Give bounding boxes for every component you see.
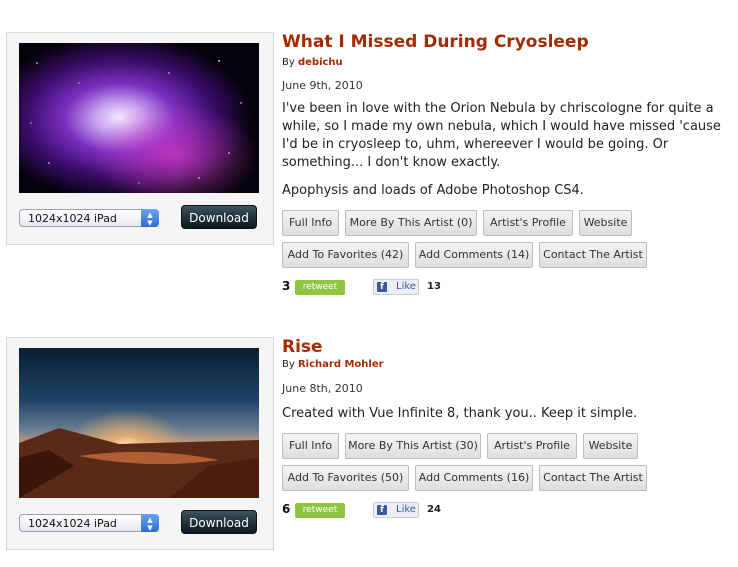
more-by-artist-button[interactable]: More By This Artist (30) bbox=[345, 433, 481, 459]
author-link[interactable]: Richard Mohler bbox=[298, 359, 384, 370]
facebook-like-button[interactable]: f Like bbox=[373, 502, 419, 518]
artist-profile-button[interactable]: Artist's Profile bbox=[483, 210, 573, 236]
by-prefix: By bbox=[282, 57, 295, 68]
wallpaper-thumbnail[interactable] bbox=[19, 43, 259, 193]
wallpaper-title[interactable]: Rise bbox=[282, 337, 323, 357]
add-comments-button[interactable]: Add Comments (14) bbox=[415, 242, 533, 268]
facebook-like-button[interactable]: f Like bbox=[373, 279, 419, 295]
full-info-button[interactable]: Full Info bbox=[282, 433, 339, 459]
retweet-button[interactable]: retweet bbox=[295, 503, 345, 518]
download-button[interactable]: Download bbox=[181, 510, 257, 534]
byline: By debichu bbox=[282, 57, 343, 68]
add-comments-button[interactable]: Add Comments (16) bbox=[415, 465, 533, 491]
add-to-favorites-button[interactable]: Add To Favorites (42) bbox=[282, 242, 409, 268]
up-down-chevron-icon: ▲ ▼ bbox=[141, 209, 159, 227]
full-info-button[interactable]: Full Info bbox=[282, 210, 339, 236]
add-to-favorites-button[interactable]: Add To Favorites (50) bbox=[282, 465, 409, 491]
artist-profile-button[interactable]: Artist's Profile bbox=[487, 433, 577, 459]
by-prefix: By bbox=[282, 359, 295, 370]
thumbnail-panel: 1024x1024 iPad ▲ ▼ Download bbox=[6, 32, 274, 245]
wallpaper-title[interactable]: What I Missed During Cryosleep bbox=[282, 32, 589, 52]
post-date: June 9th, 2010 bbox=[282, 79, 363, 92]
contact-artist-button[interactable]: Contact The Artist bbox=[539, 242, 647, 268]
description-paragraph: I've been in love with the Orion Nebula … bbox=[282, 101, 721, 170]
resolution-select[interactable]: 1024x1024 iPad ▲ ▼ bbox=[19, 514, 159, 532]
download-button[interactable]: Download bbox=[181, 205, 257, 229]
wallpaper-thumbnail[interactable] bbox=[19, 348, 259, 498]
description-paragraph: Created with Vue Infinite 8, thank you..… bbox=[282, 406, 638, 421]
author-link[interactable]: debichu bbox=[298, 57, 343, 68]
like-label: Like bbox=[396, 504, 416, 515]
like-count: 13 bbox=[427, 281, 441, 292]
up-down-chevron-icon: ▲ ▼ bbox=[141, 514, 159, 532]
facebook-f-icon: f bbox=[377, 282, 387, 292]
website-button[interactable]: Website bbox=[579, 210, 632, 236]
contact-artist-button[interactable]: Contact The Artist bbox=[539, 465, 647, 491]
retweet-button[interactable]: retweet bbox=[295, 280, 345, 295]
resolution-value: 1024x1024 iPad bbox=[28, 212, 117, 225]
description-paragraph: Apophysis and loads of Adobe Photoshop C… bbox=[282, 183, 584, 198]
byline: By Richard Mohler bbox=[282, 359, 384, 370]
like-count: 24 bbox=[427, 504, 441, 515]
thumbnail-panel: 1024x1024 iPad ▲ ▼ Download bbox=[6, 337, 274, 550]
post-date: June 8th, 2010 bbox=[282, 382, 363, 395]
more-by-artist-button[interactable]: More By This Artist (0) bbox=[345, 210, 477, 236]
facebook-f-icon: f bbox=[377, 505, 387, 515]
resolution-select[interactable]: 1024x1024 iPad ▲ ▼ bbox=[19, 209, 159, 227]
website-button[interactable]: Website bbox=[583, 433, 638, 459]
retweet-count: 6 bbox=[282, 502, 291, 516]
like-label: Like bbox=[396, 281, 416, 292]
retweet-count: 3 bbox=[282, 279, 291, 293]
resolution-value: 1024x1024 iPad bbox=[28, 517, 117, 530]
